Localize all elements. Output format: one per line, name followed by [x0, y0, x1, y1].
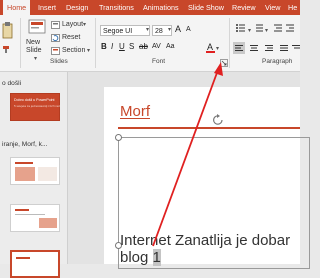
annotation-arrow [152, 62, 223, 247]
